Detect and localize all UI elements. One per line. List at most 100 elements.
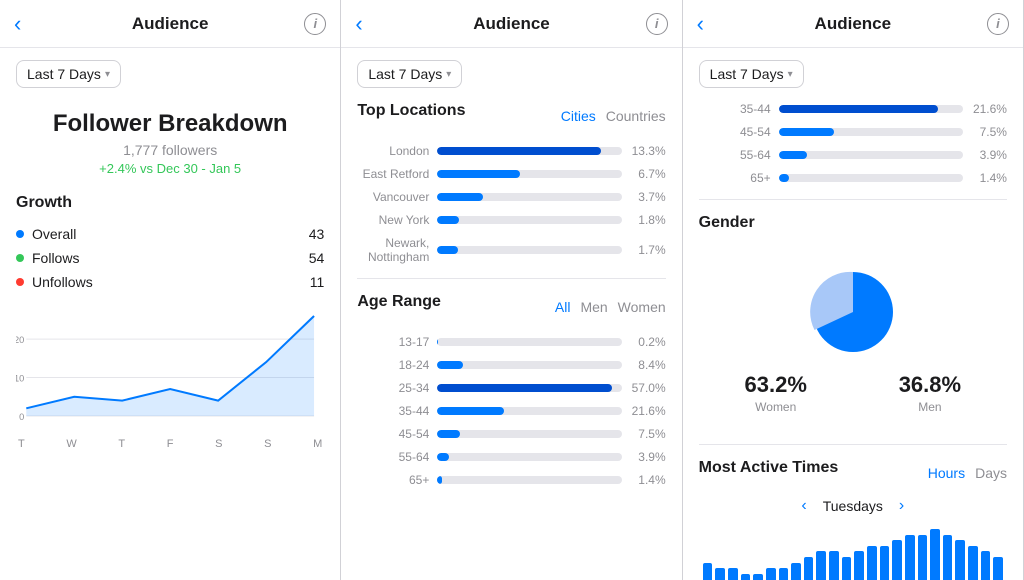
hour-bar [753,574,763,580]
info-button-3[interactable]: i [987,13,1009,35]
next-day-button[interactable]: › [899,497,904,515]
hour-bar [816,551,826,580]
bar-track [437,407,621,415]
bar-row: 65+ 1.4% [699,171,1007,185]
age-range-header: Age Range All Men Women [357,293,665,321]
growth-list: Overall 43 Follows 54 Unfollows 11 [16,222,324,294]
bar-track [437,147,621,155]
bar-percentage: 7.5% [630,427,666,441]
hours-tab[interactable]: Days [975,465,1007,481]
bar-fill [437,147,600,155]
bar-percentage: 1.4% [630,473,666,487]
location-tab[interactable]: Countries [606,108,666,124]
bar-percentage: 6.7% [630,167,666,181]
women-label: Women [745,400,807,414]
date-range-dropdown-3[interactable]: Last 7 Days ▾ [699,60,804,88]
bar-track [437,361,621,369]
bar-track [437,476,621,484]
age-tab[interactable]: Men [580,299,607,315]
bar-percentage: 1.4% [971,171,1007,185]
age-bar-list: 13-17 0.2% 18-24 8.4% 25-34 57.0% 35-44 … [357,335,665,487]
location-bar-list: London 13.3% East Retford 6.7% Vancouver… [357,144,665,264]
info-button-2[interactable]: i [646,13,668,35]
women-percentage: 63.2% [745,372,807,398]
bar-percentage: 21.6% [630,404,666,418]
panel-1-header: ‹ Audience i [0,0,340,48]
back-button-2[interactable]: ‹ [355,13,362,35]
bar-percentage: 3.9% [971,148,1007,162]
bar-row: 35-44 21.6% [699,102,1007,116]
bar-label: East Retford [357,167,429,181]
growth-dot [16,278,24,286]
bar-row: 13-17 0.2% [357,335,665,349]
bar-percentage: 8.4% [630,358,666,372]
bar-label: London [357,144,429,158]
date-range-dropdown-1[interactable]: Last 7 Days ▾ [16,60,121,88]
bar-fill [437,338,438,346]
chart-label: S [264,438,271,450]
bar-label: Vancouver [357,190,429,204]
back-button-1[interactable]: ‹ [14,13,21,35]
chevron-down-icon: ▾ [105,69,110,80]
bar-row: 18-24 8.4% [357,358,665,372]
bar-percentage: 1.8% [630,213,666,227]
panel-2: ‹ Audience i Last 7 Days ▾ Top Locations… [341,0,682,580]
hour-bar [918,535,928,580]
growth-value: 54 [309,250,325,266]
gender-title: Gender [699,214,1007,232]
hour-bar [791,563,801,580]
age-range-title: Age Range [357,293,441,311]
hour-bar [854,551,864,580]
growth-label: Unfollows [32,274,93,290]
bar-percentage: 21.6% [971,102,1007,116]
chevron-down-icon-3: ▾ [788,69,793,80]
bar-percentage: 7.5% [971,125,1007,139]
location-tab[interactable]: Cities [561,108,596,124]
follower-breakdown-title: Follower Breakdown [16,110,324,138]
growth-item: Unfollows 11 [16,270,324,294]
hour-bar [955,540,965,580]
bar-row: 25-34 57.0% [357,381,665,395]
chart-axis-labels: TWTFSSM [16,438,324,450]
gender-section: 63.2% Women 36.8% Men [699,242,1007,430]
prev-day-button[interactable]: ‹ [801,497,806,515]
svg-text:0: 0 [19,412,24,422]
growth-label: Follows [32,250,79,266]
bar-track [437,384,621,392]
bar-row: New York 1.8% [357,213,665,227]
bar-fill [779,128,834,136]
men-stat: 36.8% Men [899,372,961,414]
top-locations-title: Top Locations [357,102,465,120]
info-button-1[interactable]: i [304,13,326,35]
growth-value: 11 [310,274,325,290]
age-tab[interactable]: Women [618,299,666,315]
panel-2-header: ‹ Audience i [341,0,681,48]
hour-bar [981,551,991,580]
hour-bar [880,546,890,580]
bar-label: 55-64 [699,148,771,162]
hours-tab[interactable]: Hours [928,465,965,481]
bar-label: 55-64 [357,450,429,464]
bar-fill [437,453,449,461]
bar-track [437,338,621,346]
bar-row: Vancouver 3.7% [357,190,665,204]
section-divider [357,278,665,279]
bar-fill [437,407,503,415]
bar-row: 55-64 3.9% [699,148,1007,162]
age-tab[interactable]: All [555,299,571,315]
bar-label: 13-17 [357,335,429,349]
growth-title: Growth [16,194,324,212]
hours-bar-chart [699,525,1007,580]
panel-2-title: Audience [473,14,550,34]
bar-fill [437,216,459,224]
bar-fill [437,430,460,438]
chart-label: F [167,438,174,450]
hour-bar [766,568,776,580]
panel-3: ‹ Audience i Last 7 Days ▾ 35-44 21.6% 4… [683,0,1024,580]
growth-item: Follows 54 [16,246,324,270]
date-range-dropdown-2[interactable]: Last 7 Days ▾ [357,60,462,88]
back-button-3[interactable]: ‹ [697,13,704,35]
follower-change: +2.4% vs Dec 30 - Jan 5 [16,161,324,176]
bar-percentage: 3.9% [630,450,666,464]
bar-percentage: 57.0% [630,381,666,395]
